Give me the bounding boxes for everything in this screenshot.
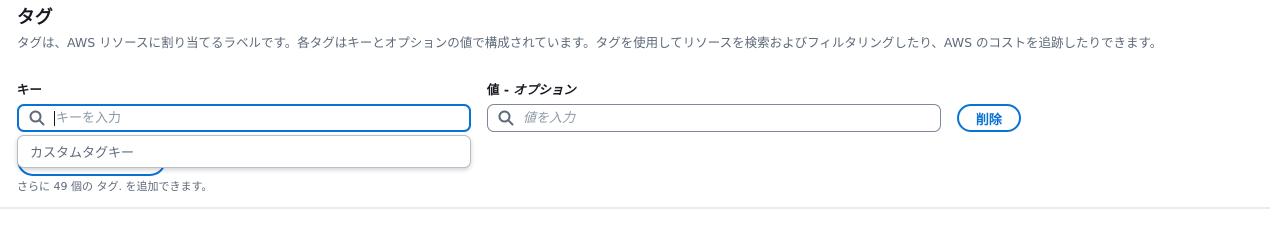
dropdown-option-custom-tag-key[interactable]: カスタムタグキー xyxy=(30,142,134,161)
value-field[interactable] xyxy=(487,104,941,132)
value-input[interactable] xyxy=(523,110,923,126)
divider xyxy=(0,207,1270,209)
section-description: タグは、AWS リソースに割り当てるラベルです。各タグはキーとオプションの値で構… xyxy=(17,35,1163,50)
key-field[interactable] xyxy=(17,104,471,132)
search-icon xyxy=(497,109,515,127)
tags-panel: タグ タグは、AWS リソースに割り当てるラベルです。各タグはキーとオプションの… xyxy=(0,0,1270,209)
value-label-main: 値 - xyxy=(487,82,514,97)
key-suggestions-dropdown: カスタムタグキー xyxy=(17,135,471,168)
value-label-optional: オプション xyxy=(513,82,576,97)
remove-button[interactable]: 削除 xyxy=(957,104,1021,132)
tag-limit-hint: さらに 49 個の タグ. を追加できます。 xyxy=(17,180,213,193)
section-title: タグ xyxy=(17,7,53,28)
key-input[interactable] xyxy=(54,110,454,126)
value-label: 値 - オプション xyxy=(487,81,576,99)
key-label: キー xyxy=(17,82,43,97)
search-icon xyxy=(28,109,46,127)
